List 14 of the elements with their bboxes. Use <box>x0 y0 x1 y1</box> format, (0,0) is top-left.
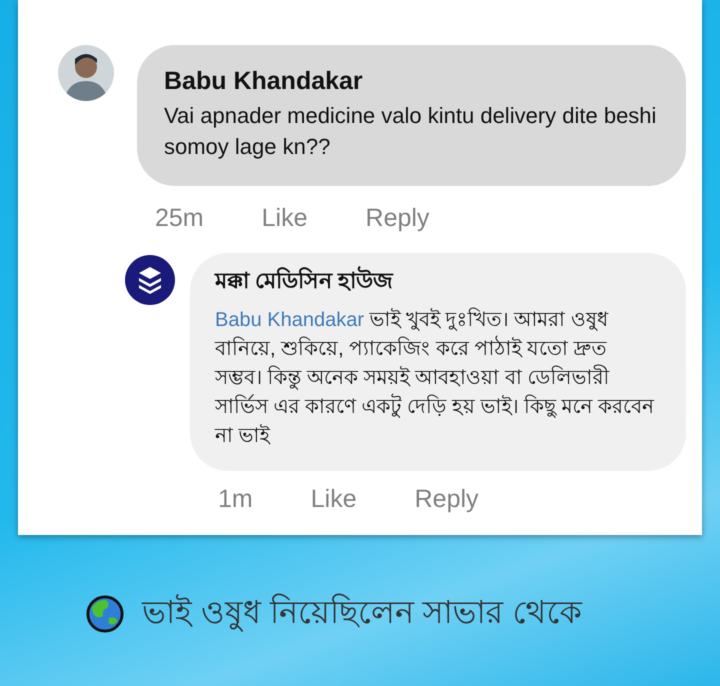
comment-text: Vai apnader medicine valo kintu delivery dite beshi somoy lage kn?? <box>164 102 658 161</box>
mention-link[interactable]: Babu Khandakar <box>215 309 364 331</box>
reply-button[interactable]: Reply <box>414 485 479 514</box>
timestamp: 25m <box>155 204 204 233</box>
logo-icon <box>125 255 175 305</box>
caption-text: ভাই ওষুধ নিয়েছিলেন সাভার থেকে <box>142 592 582 634</box>
globe-icon <box>86 595 124 633</box>
like-button[interactable]: Like <box>310 485 357 514</box>
timestamp: 1m <box>218 485 253 514</box>
comment-text: Babu Khandakar ভাই খুবই দুঃখিত। আমরা ওষুধ বানিয়ে, শুকিয়ে, প্যাকেজিং করে পাঠাই যতো দ্রুত সম্ভব। কিন্তু অনেক সময়ই আবহাওয়া বা ডেলিভারী সার্ভিস এর কারণে একটু দেড়ি হয় ভাই। কিছু মনে করবেন না ভাই <box>215 306 656 449</box>
like-button[interactable]: Like <box>262 204 308 233</box>
author-name: Babu Khandakar <box>164 67 364 96</box>
author-name: মক্কা মেডিসিন হাউজ <box>215 265 394 295</box>
reply-button[interactable]: Reply <box>366 204 430 233</box>
